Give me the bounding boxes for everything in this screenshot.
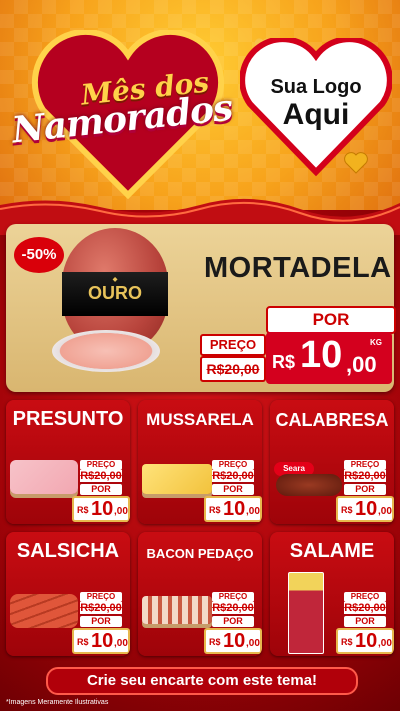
currency: R$ [209, 505, 221, 515]
price-int: 10 [91, 630, 114, 652]
product-card-bacon[interactable]: BACON PEDAÇO PREÇO R$20,00 POR R$ 10,00 [138, 532, 262, 656]
price-box: R$ 10,00 [204, 628, 262, 654]
currency: R$ [209, 637, 221, 647]
product-card-presunto[interactable]: PRESUNTO PREÇO R$20,00 POR R$ 10,00 [6, 400, 130, 524]
calabresa-image [276, 474, 342, 496]
old-price-text: R$20,00 [344, 602, 386, 614]
logo-placeholder[interactable]: Sua Logo Aqui [252, 76, 380, 131]
old-price: R$20,00 [344, 602, 386, 614]
price-int: 10 [91, 498, 114, 520]
mussarela-image [142, 464, 212, 494]
featured-unit: KG [370, 338, 382, 347]
currency: R$ [77, 505, 89, 515]
preco-label: PREÇO [80, 592, 122, 602]
price-cents: ,00 [246, 506, 260, 517]
old-price-text: R$20,00 [80, 470, 122, 482]
header-banner: Mês dos Namorados Sua Logo Aqui [0, 0, 400, 215]
old-price-text: R$20,00 [212, 470, 254, 482]
old-price: R$20,00 [212, 602, 254, 614]
product-name: SALAME [289, 540, 375, 562]
por-label: POR [344, 484, 386, 495]
por-label: POR [344, 616, 386, 627]
por-label: POR [212, 616, 254, 627]
mortadela-brand: OURO [88, 283, 142, 303]
product-card-calabresa[interactable]: CALABRESA Seara PREÇO R$20,00 POR R$ 10,0… [270, 400, 394, 524]
price-cents: ,00 [378, 506, 392, 517]
preco-label: PREÇO [212, 592, 254, 602]
price-cents: ,00 [246, 638, 260, 649]
old-price: R$20,00 [212, 470, 254, 482]
price-box: R$ 10,00 [204, 496, 262, 522]
old-price-text: R$20,00 [212, 602, 254, 614]
featured-old-price-text: R$20,00 [206, 361, 260, 377]
price-int: 10 [355, 498, 378, 520]
old-price-text: R$20,00 [344, 470, 386, 482]
price-box: R$ 10,00 [336, 628, 394, 654]
por-label: POR [80, 484, 122, 495]
product-name: SALSICHA [16, 540, 120, 562]
por-label: POR [212, 484, 254, 495]
featured-por-label: POR [266, 306, 396, 334]
brand-crest-icon: ◆ [112, 277, 118, 283]
product-name: CALABRESA [275, 410, 389, 430]
old-price: R$20,00 [80, 470, 122, 482]
price-box: R$ 10,00 [72, 628, 130, 654]
por-label: POR [80, 616, 122, 627]
product-name: MUSSARELA [146, 410, 254, 429]
preco-label: PREÇO [344, 460, 386, 470]
currency: R$ [341, 637, 353, 647]
price-box: R$ 10,00 [336, 496, 394, 522]
presunto-image [10, 460, 78, 494]
price-cents: ,00 [114, 506, 128, 517]
product-card-mussarela[interactable]: MUSSARELA PREÇO R$20,00 POR R$ 10,00 [138, 400, 262, 524]
price-int: 10 [223, 630, 246, 652]
featured-price-cents: ,00 [346, 352, 377, 377]
logo-line2: Aqui [282, 98, 350, 131]
featured-preco-label: PREÇO [200, 334, 266, 356]
price-cents: ,00 [378, 638, 392, 649]
preco-label: PREÇO [212, 460, 254, 470]
old-price-text: R$20,00 [80, 602, 122, 614]
logo-line1: Sua Logo [270, 76, 362, 98]
featured-price-box: R$ 10 ,00 KG [266, 332, 392, 384]
mortadela-label: ◆ OURO [62, 272, 168, 316]
salsicha-image [10, 594, 78, 628]
preco-label: PREÇO [344, 592, 386, 602]
product-name: BACON PEDAÇO [146, 546, 254, 561]
currency: R$ [77, 637, 89, 647]
product-name: PRESUNTO [12, 408, 124, 430]
old-price: R$20,00 [344, 470, 386, 482]
price-int: 10 [355, 630, 378, 652]
featured-price-int: 10 [300, 334, 343, 376]
product-card-salame[interactable]: SALAME PREÇO R$20,00 POR R$ 10,00 [270, 532, 394, 656]
currency: R$ [341, 505, 353, 515]
mortadela-slices-image [52, 330, 160, 372]
old-price: R$20,00 [80, 602, 122, 614]
price-box: R$ 10,00 [72, 496, 130, 522]
disclaimer: *Imagens Meramente Ilustrativas [6, 699, 109, 706]
featured-product-name: MORTADELA [204, 252, 392, 284]
featured-currency: R$ [272, 352, 296, 372]
product-card-salsicha[interactable]: SALSICHA PREÇO R$20,00 POR R$ 10,00 [6, 532, 130, 656]
featured-old-price: R$20,00 [200, 356, 266, 382]
bacon-image [142, 596, 212, 624]
preco-label: PREÇO [80, 460, 122, 470]
price-int: 10 [223, 498, 246, 520]
discount-badge: -50% [14, 237, 64, 273]
price-cents: ,00 [114, 638, 128, 649]
cta-banner[interactable]: Crie seu encarte com este tema! [46, 667, 358, 695]
salame-image [288, 572, 324, 654]
